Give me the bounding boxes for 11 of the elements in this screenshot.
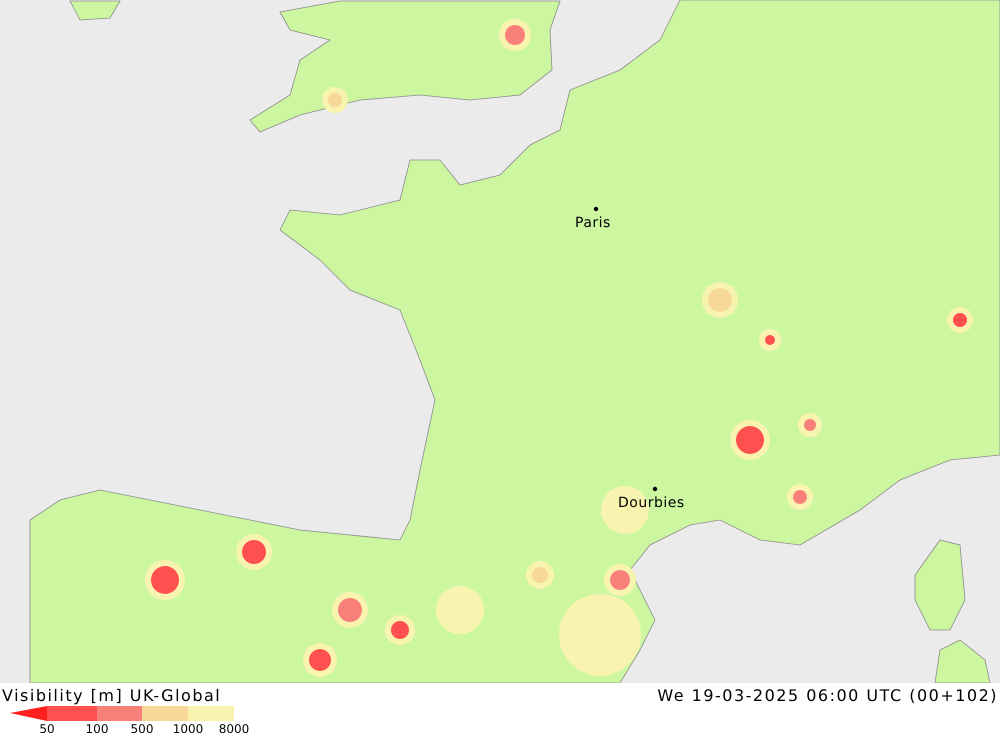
valid-time: We 19-03-2025 06:00 UTC (00+102) <box>657 688 998 704</box>
legend-label: 500 <box>130 722 154 733</box>
city-marker-icon <box>594 206 598 212</box>
map-title: Visibility [m] UK-Global <box>2 688 222 704</box>
city-label: Dourbies <box>618 495 685 511</box>
city-label: Paris <box>575 215 611 231</box>
city-marker-icon <box>652 486 658 492</box>
legend-label: 50 <box>39 722 55 733</box>
legend-label: 8000 <box>218 722 250 733</box>
legend-label: 100 <box>86 722 108 733</box>
legend-label: 1000 <box>172 722 204 733</box>
